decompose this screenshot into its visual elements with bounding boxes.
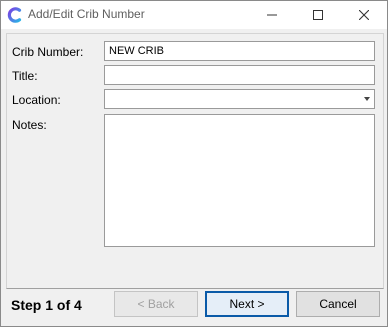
step-indicator: Step 1 of 4	[11, 297, 82, 313]
minimize-button[interactable]	[249, 1, 295, 29]
title-bar[interactable]: Add/Edit Crib Number	[1, 1, 387, 29]
close-button[interactable]	[341, 1, 387, 29]
window-title: Add/Edit Crib Number	[28, 7, 145, 21]
next-button-label: Next >	[229, 297, 265, 311]
maximize-icon	[313, 10, 323, 20]
dialog-window: Add/Edit Crib Number Crib Number: NEW CR…	[0, 0, 388, 327]
location-label: Location:	[12, 93, 61, 107]
notes-textarea[interactable]	[104, 114, 375, 247]
crib-number-input[interactable]: NEW CRIB	[104, 41, 375, 61]
back-button[interactable]: < Back	[114, 291, 198, 317]
maximize-button[interactable]	[295, 1, 341, 29]
next-button[interactable]: Next >	[205, 291, 289, 317]
app-logo-icon	[6, 6, 24, 24]
back-button-label: < Back	[137, 297, 175, 311]
title-label: Title:	[12, 69, 38, 83]
close-icon	[359, 10, 369, 20]
cancel-button[interactable]: Cancel	[296, 291, 380, 317]
title-input[interactable]	[104, 65, 375, 85]
crib-number-label: Crib Number:	[12, 45, 84, 59]
chevron-down-icon[interactable]	[364, 97, 370, 101]
minimize-icon	[267, 10, 277, 20]
form-panel: Crib Number: NEW CRIB Title: Location: N…	[6, 33, 384, 289]
location-select[interactable]	[104, 89, 375, 109]
cancel-button-label: Cancel	[319, 297, 357, 311]
notes-label: Notes:	[12, 118, 47, 132]
